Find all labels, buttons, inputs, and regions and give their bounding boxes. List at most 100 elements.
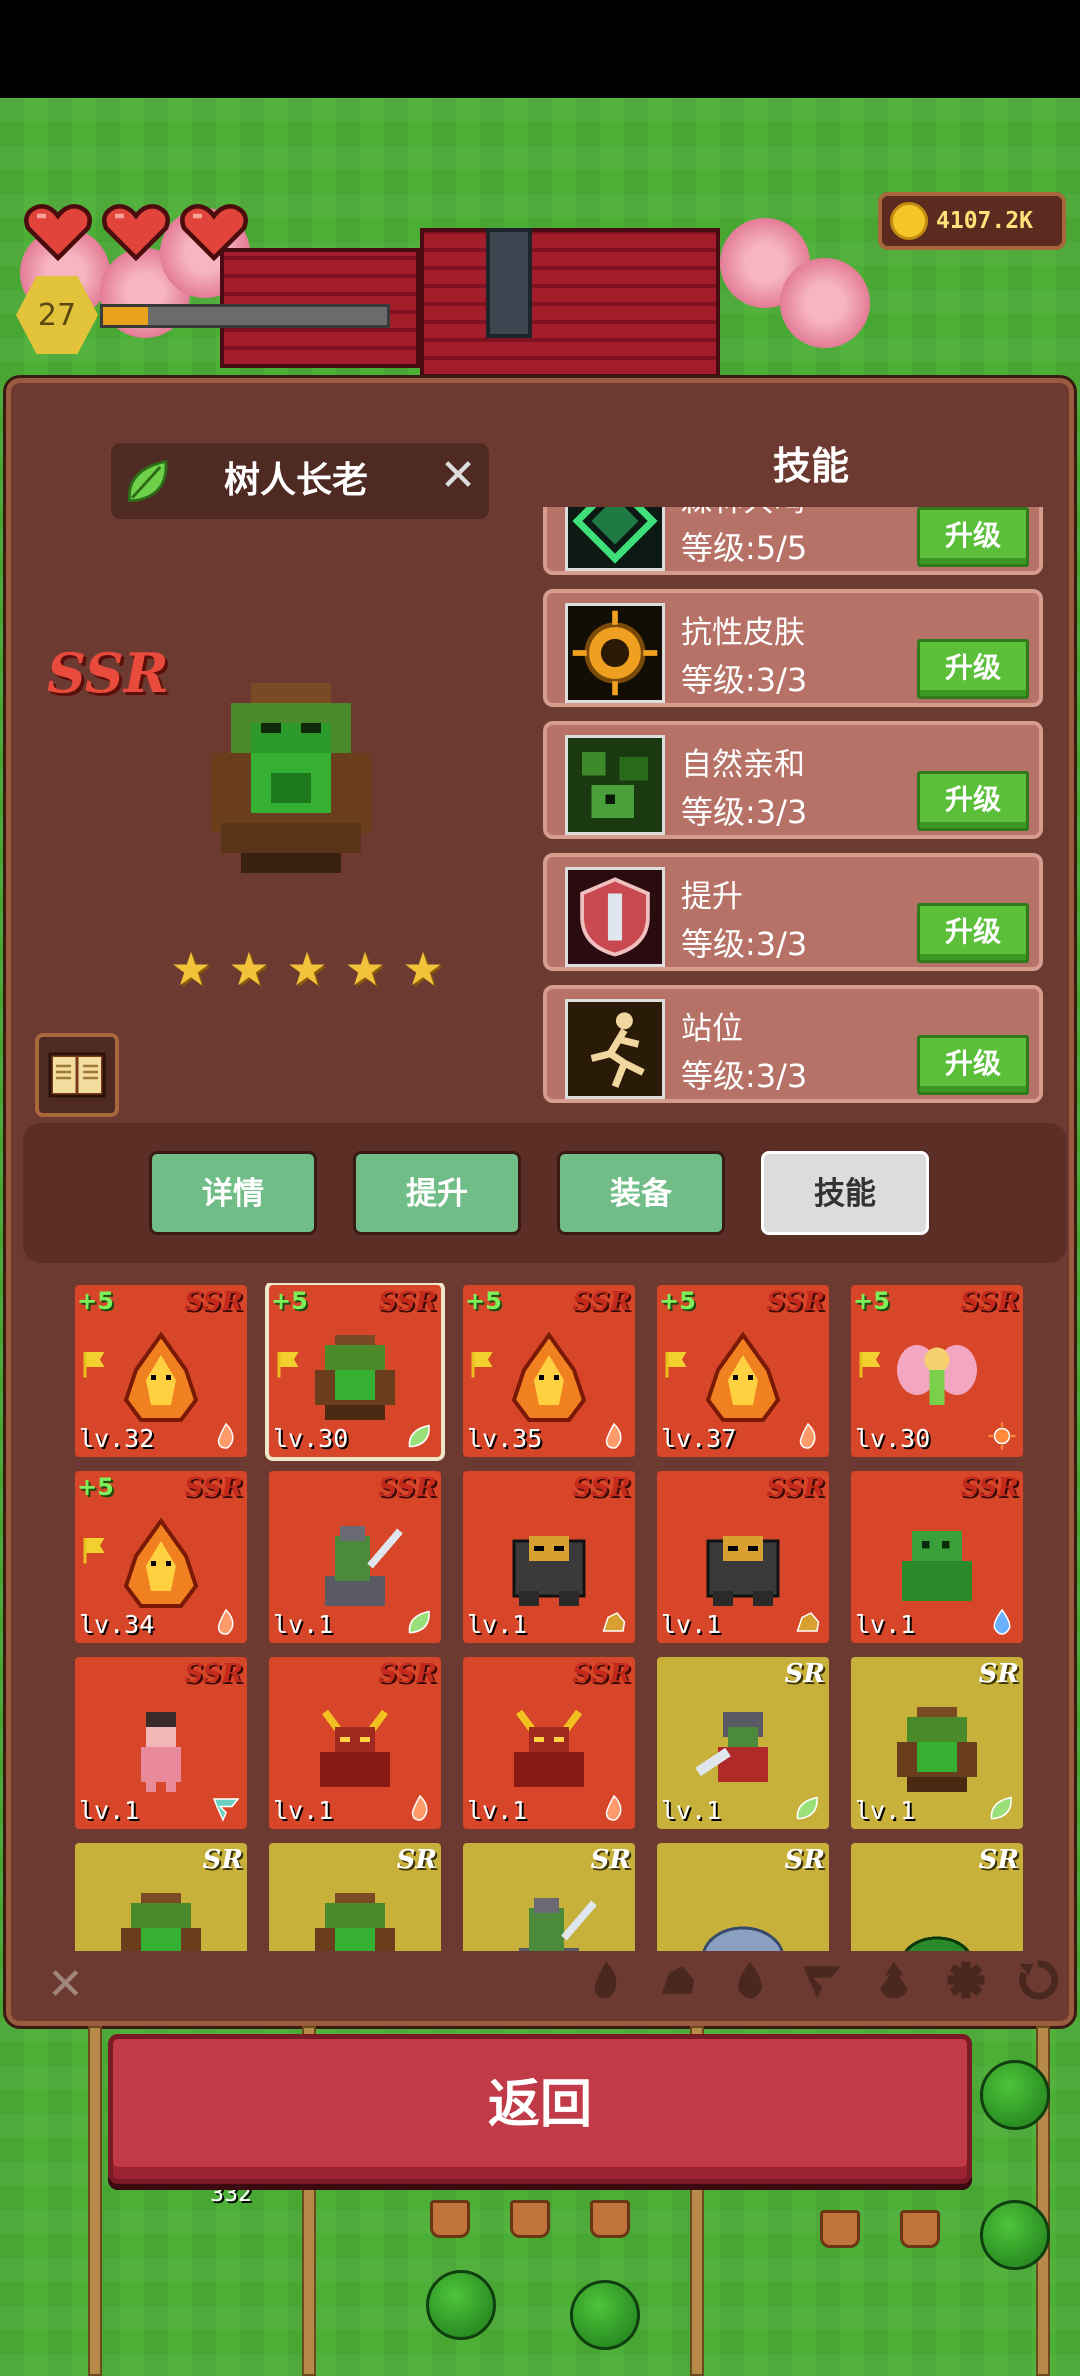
leaf-element-icon [990,1796,1012,1820]
heart-icon [100,200,172,262]
hero-card[interactable]: SSR lv.1 [269,1471,441,1643]
hero-card[interactable]: +5 SSR lv.35 [463,1285,635,1457]
hero-summary: 树人长老 ✕ SSR ★ ★ ★ ★ ★ [11,383,541,1123]
upgrade-button[interactable]: 升级 [917,639,1029,699]
return-button[interactable]: 返回 [108,2034,972,2184]
rarity-tag: SSR [378,1287,437,1317]
skill-name: 自然亲和 [681,747,805,783]
tab-equipment[interactable]: 装备 [557,1151,725,1235]
leaf-element-icon [408,1424,430,1448]
hero-card[interactable]: SSR lv.1 [463,1657,635,1829]
hero-card[interactable]: SSR lv.1 [75,1657,247,1829]
running-figure-icon [565,999,665,1099]
skill-card: 森林共鸣 等级:5/5 升级 [543,507,1043,575]
hero-card[interactable]: SR lv.1 [657,1657,829,1829]
close-icon[interactable]: ✕ [47,1959,84,2010]
tab-skills[interactable]: 技能 [761,1151,929,1235]
farm-tree [980,2200,1050,2270]
hero-card[interactable]: SSR lv.1 [657,1471,829,1643]
rarity-tag: SSR [960,1287,1019,1317]
upgrade-button[interactable]: 升级 [917,507,1029,567]
fire-elemental-sprite [123,1331,199,1422]
hero-name: 树人长老 [223,460,368,501]
flag-icon [83,1538,105,1564]
water-filter-icon[interactable] [727,1957,773,2003]
hero-card[interactable]: SR [75,1843,247,1951]
skill-list[interactable]: 森林共鸣 等级:5/5 升级 抗性皮肤 等级:3/3 升级 自然亲和 等级:3/… [543,507,1049,1107]
gear-filter-icon[interactable] [943,1957,989,2003]
unit-level: lv.35 [467,1424,543,1453]
nature-affinity-icon [565,735,665,835]
house-roof [420,228,720,378]
skill-name: 站位 [681,1011,743,1047]
coin-counter[interactable]: 4107.2K [878,192,1066,250]
soldier-count: 332 [210,2182,252,2207]
flame-filter-icon[interactable] [871,1957,917,2003]
wind-filter-icon[interactable] [799,1957,845,2003]
hero-card[interactable]: +5 SSR lv.32 [75,1285,247,1457]
rarity-tag: SSR [572,1473,631,1503]
detail-tab-bar: 详情 提升 装备 技能 [23,1123,1067,1263]
hero-card[interactable]: SSR lv.1 [269,1657,441,1829]
star-icon: ★ [286,942,328,996]
blue-blob-sprite [702,1926,784,1951]
fire-demon-sprite [514,1709,584,1787]
plus-badge: +5 [77,1473,114,1501]
leaf-element-icon [408,1610,430,1634]
skill-name: 提升 [681,879,743,915]
unit-level: lv.1 [467,1796,528,1825]
hero-card[interactable]: SSR lv.1 [463,1471,635,1643]
hero-card[interactable]: +5 SSR lv.30 [851,1285,1023,1457]
skill-card: 自然亲和 等级:3/3 升级 [543,721,1043,839]
treant-sprite [897,1707,977,1792]
cycle-filter-icon[interactable] [1015,1957,1061,2003]
hero-card[interactable]: SR [657,1843,829,1951]
orc-rider-sprite [325,1526,403,1606]
upgrade-button[interactable]: 升级 [917,1035,1029,1095]
unit-level: lv.30 [855,1424,931,1453]
hero-card[interactable]: +5 SSR lv.37 [657,1285,829,1457]
treant-sprite [211,683,371,873]
rock-golem-sprite [512,1536,586,1606]
star-icon: ★ [344,942,386,996]
skills-title: 技能 [772,444,849,488]
tab-upgrade[interactable]: 提升 [353,1151,521,1235]
heart-icon [22,200,94,262]
hero-card[interactable]: SR lv.1 [851,1657,1023,1829]
fire-element-icon [605,1422,622,1449]
forest-resonance-icon [565,507,665,571]
hero-card[interactable]: SR [463,1843,635,1951]
unit-level: lv.1 [661,1796,722,1825]
hero-card[interactable]: SR [269,1843,441,1951]
star-rating: ★ ★ ★ ★ ★ [169,942,445,996]
rarity-tag: SR [784,1845,825,1875]
rarity-tag: SSR [378,1659,437,1689]
rock-filter-icon[interactable] [655,1957,701,2003]
hero-card[interactable]: SR [851,1843,1023,1951]
rarity-tag: SSR [184,1473,243,1503]
flag-icon [665,1352,687,1378]
rarity-tag: SSR [766,1287,825,1317]
hero-card[interactable]: +5 SSR lv.34 [75,1471,247,1643]
hero-roster-grid[interactable]: +5 SSR lv.32 +5 SSR lv.30 +5 SSR lv.35 +5 SSR lv.37… [67,1283,1037,1951]
upgrade-button[interactable]: 升级 [917,771,1029,831]
close-icon[interactable]: ✕ [435,453,481,499]
unit-level: lv.1 [467,1610,528,1639]
leaf-element-icon [796,1796,818,1820]
pink-imp-sprite [141,1712,181,1792]
flag-icon [859,1352,881,1378]
rarity-tag: SR [978,1659,1019,1689]
tab-details[interactable]: 详情 [149,1151,317,1235]
leaf-icon [127,459,168,502]
hero-card[interactable]: +5 SSR lv.30 [265,1283,445,1461]
rock-element-icon [796,1612,820,1632]
plant-pot [510,2200,550,2238]
hero-card[interactable]: SSR lv.1 [851,1471,1023,1643]
hero-detail-panel: 树人长老 ✕ SSR ★ ★ ★ ★ ★ 技能 等级:5/5 升级 抗性皮肤 等… [6,378,1074,2026]
plant-pot [900,2210,940,2248]
fire-filter-icon[interactable] [583,1957,629,2003]
rarity-tag: SSR [378,1473,437,1503]
upgrade-button[interactable]: 升级 [917,903,1029,963]
heart-icon [178,200,250,262]
codex-book-button[interactable] [35,1033,119,1117]
